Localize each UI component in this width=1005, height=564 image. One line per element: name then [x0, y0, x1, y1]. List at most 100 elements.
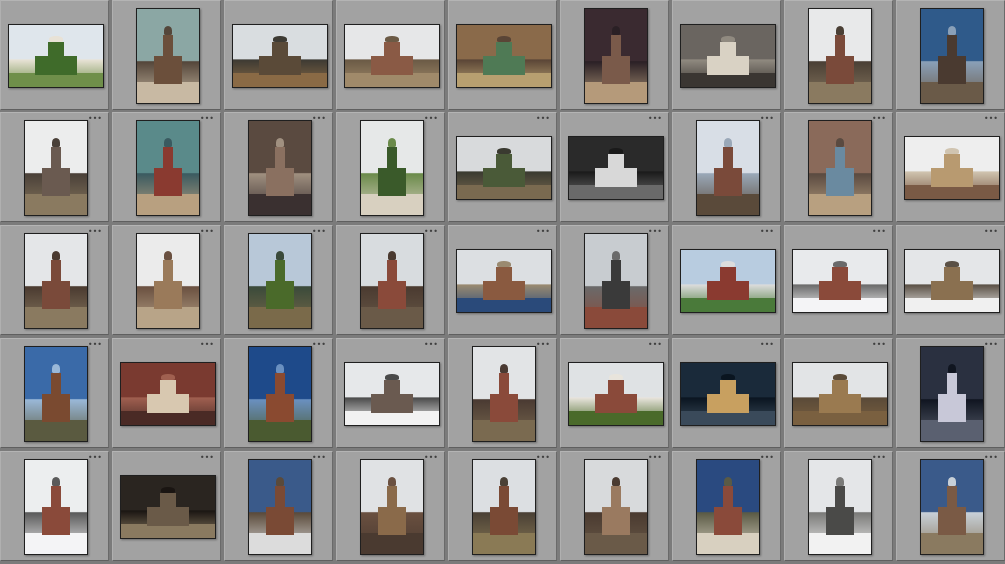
photo-thumbnail[interactable]	[456, 136, 552, 200]
cell-menu-icon[interactable]: •••	[312, 228, 326, 236]
cell-menu-icon[interactable]: •••	[424, 454, 438, 462]
cell-menu-icon[interactable]: •••	[424, 115, 438, 123]
photo-thumbnail[interactable]	[248, 233, 312, 329]
thumbnail-cell[interactable]: •••	[672, 451, 781, 561]
thumbnail-cell[interactable]: •••	[448, 338, 557, 448]
thumbnail-cell[interactable]: •••	[336, 338, 445, 448]
photo-thumbnail[interactable]	[584, 233, 648, 329]
photo-thumbnail[interactable]	[24, 346, 88, 442]
photo-thumbnail[interactable]	[904, 136, 1000, 200]
thumbnail-cell[interactable]	[896, 0, 1005, 110]
thumbnail-cell[interactable]: •••	[224, 225, 333, 335]
cell-menu-icon[interactable]: •••	[200, 341, 214, 349]
photo-thumbnail[interactable]	[680, 24, 776, 88]
photo-thumbnail[interactable]	[136, 8, 200, 104]
thumbnail-cell[interactable]: •••	[448, 112, 557, 222]
photo-thumbnail[interactable]	[792, 362, 888, 426]
cell-menu-icon[interactable]: •••	[984, 454, 998, 462]
thumbnail-cell[interactable]	[448, 0, 557, 110]
thumbnail-cell[interactable]: •••	[784, 338, 893, 448]
thumbnail-cell[interactable]: •••	[560, 338, 669, 448]
photo-thumbnail[interactable]	[584, 459, 648, 555]
thumbnail-cell[interactable]: •••	[224, 338, 333, 448]
cell-menu-icon[interactable]: •••	[312, 454, 326, 462]
cell-menu-icon[interactable]: •••	[872, 115, 886, 123]
thumbnail-cell[interactable]: •••	[896, 338, 1005, 448]
thumbnail-cell[interactable]: •••	[112, 451, 221, 561]
cell-menu-icon[interactable]: •••	[872, 228, 886, 236]
thumbnail-cell[interactable]: •••	[560, 451, 669, 561]
photo-thumbnail[interactable]	[792, 249, 888, 313]
thumbnail-cell[interactable]: •••	[0, 225, 109, 335]
cell-menu-icon[interactable]: •••	[760, 341, 774, 349]
thumbnail-cell[interactable]	[560, 0, 669, 110]
cell-menu-icon[interactable]: •••	[424, 228, 438, 236]
thumbnail-cell[interactable]: •••	[672, 112, 781, 222]
thumbnail-cell[interactable]: •••	[784, 112, 893, 222]
photo-thumbnail[interactable]	[808, 8, 872, 104]
cell-menu-icon[interactable]: •••	[312, 341, 326, 349]
thumbnail-cell[interactable]: •••	[112, 112, 221, 222]
thumbnail-cell[interactable]: •••	[560, 112, 669, 222]
thumbnail-cell[interactable]: •••	[896, 112, 1005, 222]
cell-menu-icon[interactable]: •••	[88, 454, 102, 462]
thumbnail-cell[interactable]: •••	[336, 112, 445, 222]
thumbnail-cell[interactable]: •••	[784, 451, 893, 561]
cell-menu-icon[interactable]: •••	[200, 228, 214, 236]
thumbnail-cell[interactable]: •••	[0, 338, 109, 448]
photo-thumbnail[interactable]	[696, 459, 760, 555]
photo-thumbnail[interactable]	[136, 120, 200, 216]
cell-menu-icon[interactable]: •••	[648, 454, 662, 462]
cell-menu-icon[interactable]: •••	[648, 228, 662, 236]
cell-menu-icon[interactable]: •••	[536, 228, 550, 236]
photo-thumbnail[interactable]	[24, 459, 88, 555]
photo-thumbnail[interactable]	[920, 346, 984, 442]
cell-menu-icon[interactable]: •••	[88, 228, 102, 236]
cell-menu-icon[interactable]: •••	[760, 228, 774, 236]
photo-thumbnail[interactable]	[120, 475, 216, 539]
photo-thumbnail[interactable]	[248, 346, 312, 442]
cell-menu-icon[interactable]: •••	[88, 115, 102, 123]
photo-thumbnail[interactable]	[472, 346, 536, 442]
photo-thumbnail[interactable]	[584, 8, 648, 104]
thumbnail-cell[interactable]: •••	[896, 225, 1005, 335]
photo-thumbnail[interactable]	[456, 24, 552, 88]
cell-menu-icon[interactable]: •••	[872, 454, 886, 462]
thumbnail-cell[interactable]: •••	[896, 451, 1005, 561]
thumbnail-cell[interactable]: •••	[336, 451, 445, 561]
photo-thumbnail[interactable]	[232, 24, 328, 88]
cell-menu-icon[interactable]: •••	[536, 115, 550, 123]
cell-menu-icon[interactable]: •••	[872, 341, 886, 349]
thumbnail-cell[interactable]: •••	[448, 451, 557, 561]
cell-menu-icon[interactable]: •••	[984, 115, 998, 123]
cell-menu-icon[interactable]: •••	[536, 454, 550, 462]
thumbnail-cell[interactable]: •••	[672, 225, 781, 335]
cell-menu-icon[interactable]: •••	[200, 115, 214, 123]
cell-menu-icon[interactable]: •••	[648, 341, 662, 349]
photo-thumbnail[interactable]	[568, 362, 664, 426]
photo-thumbnail[interactable]	[456, 249, 552, 313]
thumbnail-cell[interactable]: •••	[112, 225, 221, 335]
photo-thumbnail[interactable]	[24, 233, 88, 329]
cell-menu-icon[interactable]: •••	[760, 454, 774, 462]
cell-menu-icon[interactable]: •••	[648, 115, 662, 123]
thumbnail-cell[interactable]	[224, 0, 333, 110]
photo-thumbnail[interactable]	[472, 459, 536, 555]
cell-menu-icon[interactable]: •••	[200, 454, 214, 462]
thumbnail-cell[interactable]	[672, 0, 781, 110]
thumbnail-cell[interactable]: •••	[224, 112, 333, 222]
cell-menu-icon[interactable]: •••	[536, 341, 550, 349]
photo-thumbnail[interactable]	[680, 249, 776, 313]
thumbnail-cell[interactable]	[336, 0, 445, 110]
photo-thumbnail[interactable]	[136, 233, 200, 329]
thumbnail-cell[interactable]: •••	[672, 338, 781, 448]
cell-menu-icon[interactable]: •••	[312, 115, 326, 123]
cell-menu-icon[interactable]: •••	[984, 341, 998, 349]
photo-thumbnail[interactable]	[808, 120, 872, 216]
thumbnail-cell[interactable]: •••	[560, 225, 669, 335]
thumbnail-cell[interactable]: •••	[336, 225, 445, 335]
photo-thumbnail[interactable]	[920, 8, 984, 104]
thumbnail-cell[interactable]: •••	[448, 225, 557, 335]
cell-menu-icon[interactable]: •••	[984, 228, 998, 236]
thumbnail-cell[interactable]: •••	[112, 338, 221, 448]
